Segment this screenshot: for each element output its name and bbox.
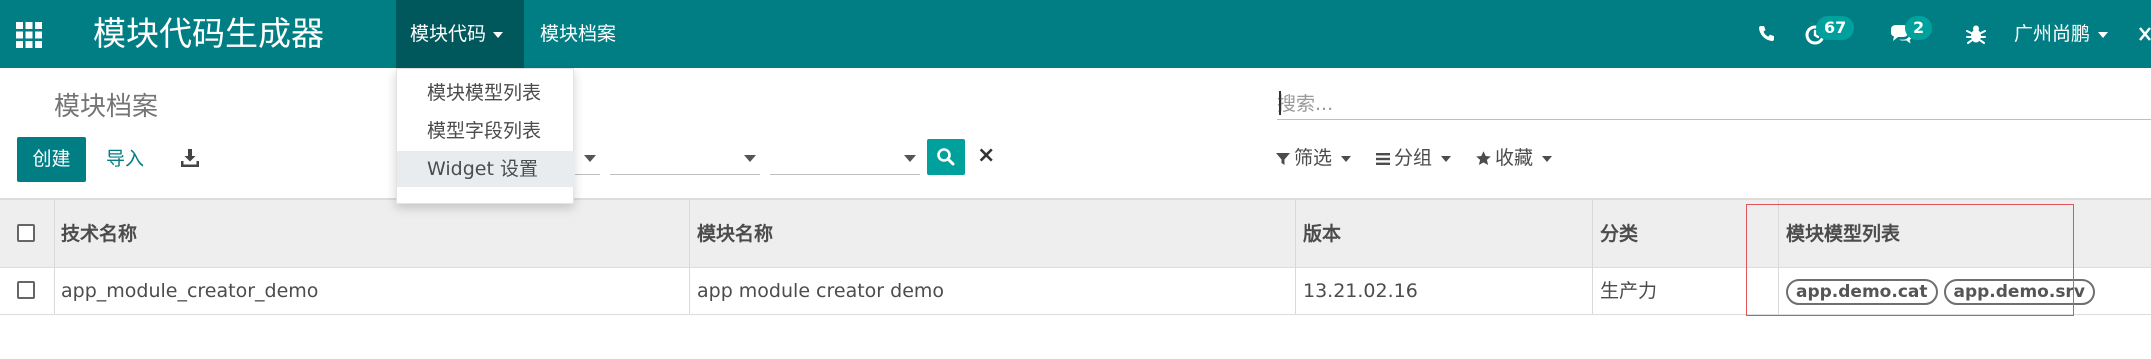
column-divider <box>54 268 55 314</box>
nav-menu-label: 模块代码 <box>410 23 487 45</box>
column-header-technical-name[interactable]: 技术名称 <box>61 200 137 268</box>
app-brand-title: 模块代码生成器 <box>93 14 324 53</box>
activity-count-badge: 67 <box>1816 16 1855 40</box>
caret-down-icon <box>904 155 916 162</box>
filter-select-2[interactable] <box>610 143 760 175</box>
bug-icon[interactable] <box>1961 19 1991 49</box>
cell-version: 13.21.02.16 <box>1303 280 1418 302</box>
favorites-toggle[interactable]: 收藏 <box>1475 142 1553 174</box>
dropdown-item-widget-settings[interactable]: Widget 设置 <box>397 151 575 187</box>
filter-icon <box>1276 152 1290 165</box>
scissors-icon[interactable] <box>2138 19 2151 49</box>
download-icon[interactable] <box>178 146 202 170</box>
column-divider <box>1592 268 1593 314</box>
caret-down-icon <box>744 155 756 162</box>
module-code-dropdown-menu: 模块模型列表 模型字段列表 Widget 设置 <box>396 68 575 204</box>
caret-down-icon <box>2098 31 2109 38</box>
select-all-checkbox[interactable] <box>17 224 35 242</box>
table-row[interactable]: app_module_creator_demo app module creat… <box>0 268 2151 315</box>
model-tag: app.demo.srv <box>1943 279 2095 305</box>
nav-menu-module-archive[interactable]: 模块档案 <box>540 0 616 68</box>
cell-module-name: app module creator demo <box>697 280 945 302</box>
filters-toggle[interactable]: 筛选 <box>1275 142 1352 174</box>
top-navbar: 模块代码生成器 模块代码 模块档案 67 2 广州尚鹏 <box>0 0 2151 68</box>
column-divider <box>1592 200 1593 268</box>
column-divider <box>54 200 55 268</box>
page-title: 模块档案 <box>54 92 159 122</box>
user-menu[interactable]: 广州尚鹏 <box>2014 0 2109 68</box>
star-icon <box>1476 151 1491 165</box>
cell-models: app.demo.cat app.demo.srv <box>1786 279 2095 305</box>
filters-label: 筛选 <box>1294 147 1333 169</box>
caret-down-icon <box>1542 155 1553 162</box>
import-button[interactable]: 导入 <box>106 137 144 182</box>
column-header-category[interactable]: 分类 <box>1600 200 1638 268</box>
column-header-models[interactable]: 模块模型列表 <box>1786 200 1900 268</box>
column-divider <box>1778 200 1779 268</box>
caret-down-icon <box>584 155 596 162</box>
groupby-toggle[interactable]: 分组 <box>1375 142 1452 174</box>
caret-down-icon <box>493 31 504 38</box>
apps-grid-icon[interactable] <box>14 20 44 50</box>
list-header: 技术名称 模块名称 版本 分类 模块模型列表 <box>0 198 2151 268</box>
favorites-label: 收藏 <box>1495 147 1534 169</box>
clear-icon[interactable]: × <box>977 140 995 172</box>
search-icon <box>937 148 955 166</box>
messages-count-badge: 2 <box>1905 16 1933 40</box>
cell-technical-name: app_module_creator_demo <box>61 280 319 302</box>
create-button[interactable]: 创建 <box>17 137 86 182</box>
column-header-module-name[interactable]: 模块名称 <box>697 200 773 268</box>
column-divider <box>1295 200 1296 268</box>
list-icon <box>1376 152 1390 165</box>
cell-category: 生产力 <box>1600 280 1658 302</box>
filter-select-3[interactable] <box>770 143 920 175</box>
column-header-version[interactable]: 版本 <box>1303 200 1341 268</box>
row-checkbox[interactable] <box>17 281 35 299</box>
dropdown-item-model-fields[interactable]: 模型字段列表 <box>397 113 575 149</box>
caret-down-icon <box>1341 155 1352 162</box>
user-name-label: 广州尚鹏 <box>2014 23 2091 45</box>
groupby-label: 分组 <box>1394 147 1433 169</box>
column-divider <box>1778 268 1779 314</box>
dropdown-item-module-models[interactable]: 模块模型列表 <box>397 75 575 111</box>
caret-down-icon <box>1441 155 1452 162</box>
column-divider <box>689 200 690 268</box>
model-tag: app.demo.cat <box>1786 279 1938 305</box>
column-divider <box>1295 268 1296 314</box>
text-cursor <box>1279 91 1281 115</box>
column-divider <box>689 268 690 314</box>
search-button[interactable] <box>927 139 965 175</box>
nav-menu-module-code[interactable]: 模块代码 <box>410 0 504 68</box>
phone-icon[interactable] <box>1751 19 1781 49</box>
nav-menu-label: 模块档案 <box>540 23 617 45</box>
search-input[interactable] <box>1277 88 2151 120</box>
